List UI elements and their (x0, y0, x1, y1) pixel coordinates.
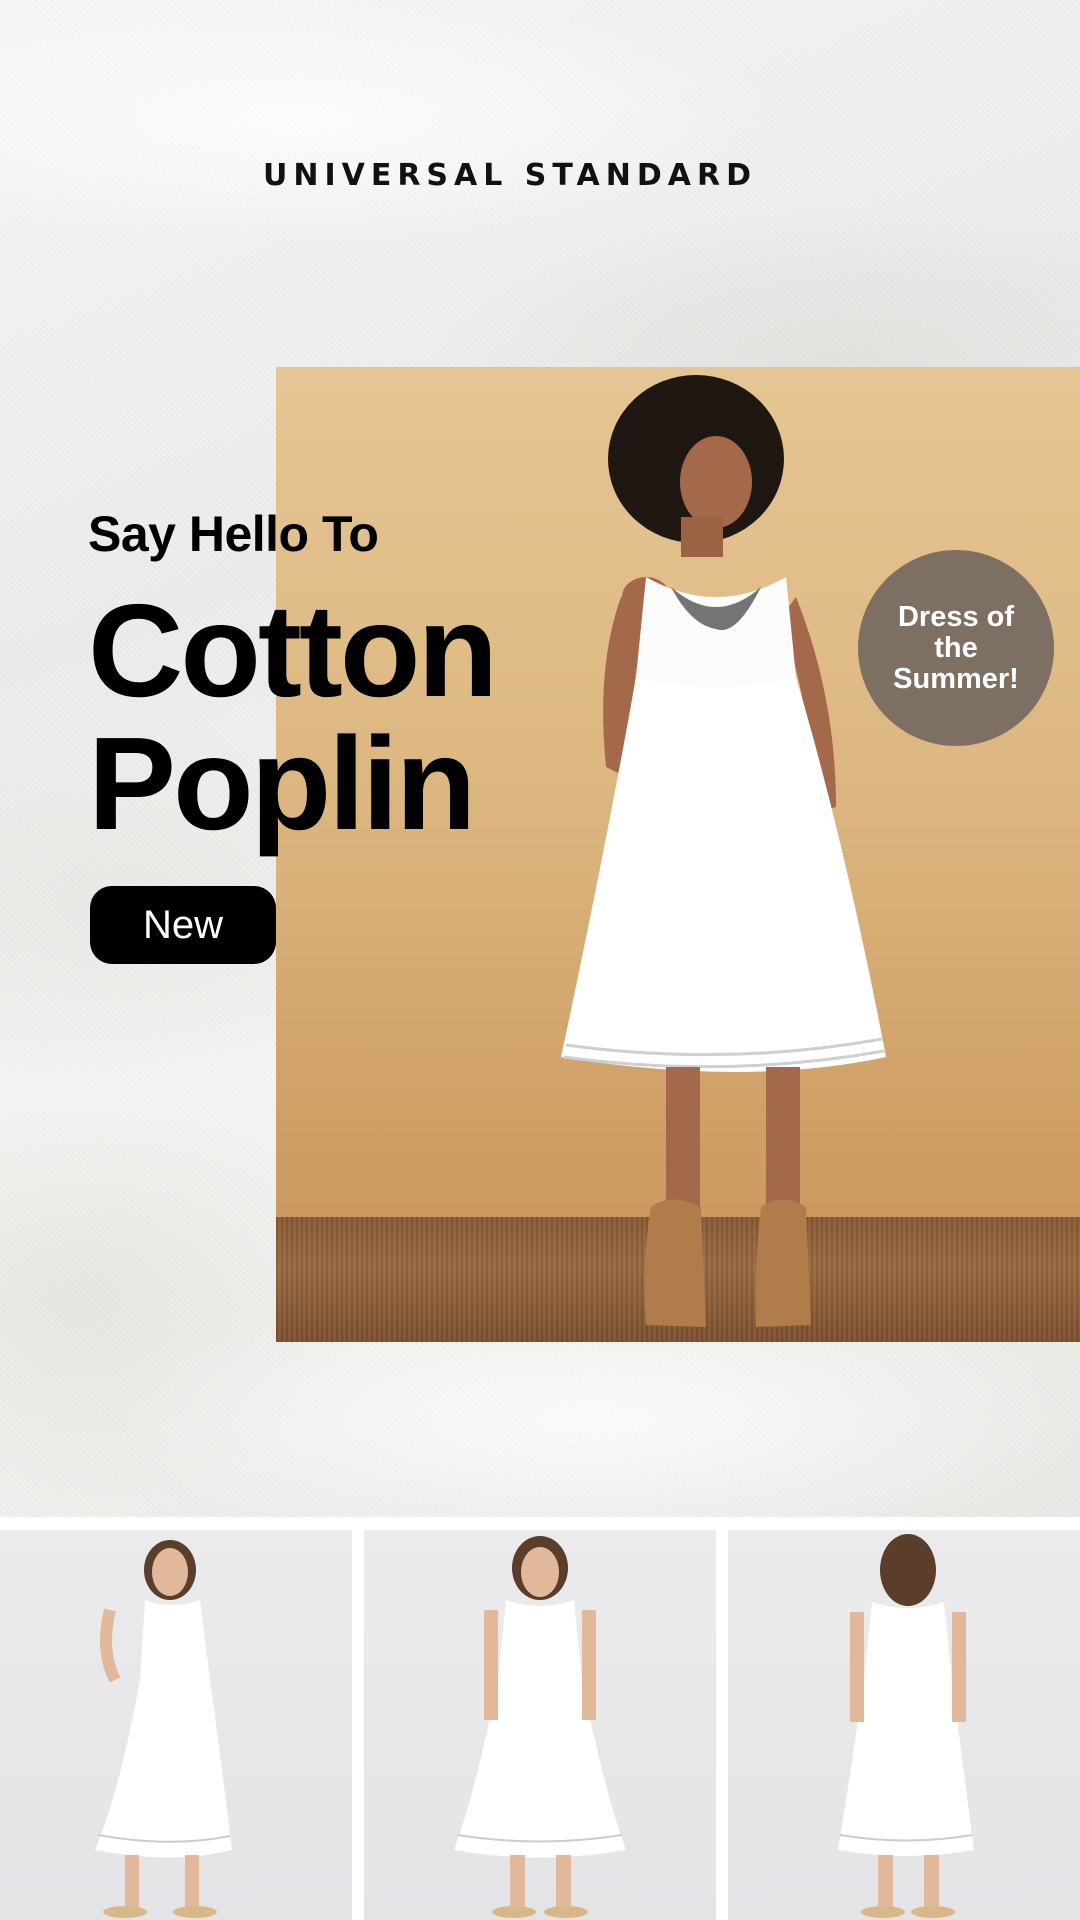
brand-logo[interactable]: UNIVERSAL STANDARD (0, 158, 1020, 193)
dress-of-summer-badge: Dress of the Summer! (858, 550, 1054, 746)
side-view-illustration (95, 1540, 232, 1918)
new-badge-button[interactable]: New (90, 886, 276, 964)
intro-text: Say Hello To (88, 506, 379, 562)
back-view-illustration (838, 1534, 974, 1918)
front-view-illustration (454, 1536, 626, 1918)
gallery-image-back[interactable] (728, 1530, 1080, 1920)
gallery-image-side[interactable] (0, 1530, 352, 1920)
title-line-2: Poplin (88, 710, 476, 857)
hero-section: UNIVERSAL STANDARD Say Hello To Cotton P… (0, 0, 1080, 1517)
title-line-1: Cotton (88, 577, 498, 724)
product-gallery (0, 1530, 1080, 1920)
gallery-image-front[interactable] (364, 1530, 716, 1920)
